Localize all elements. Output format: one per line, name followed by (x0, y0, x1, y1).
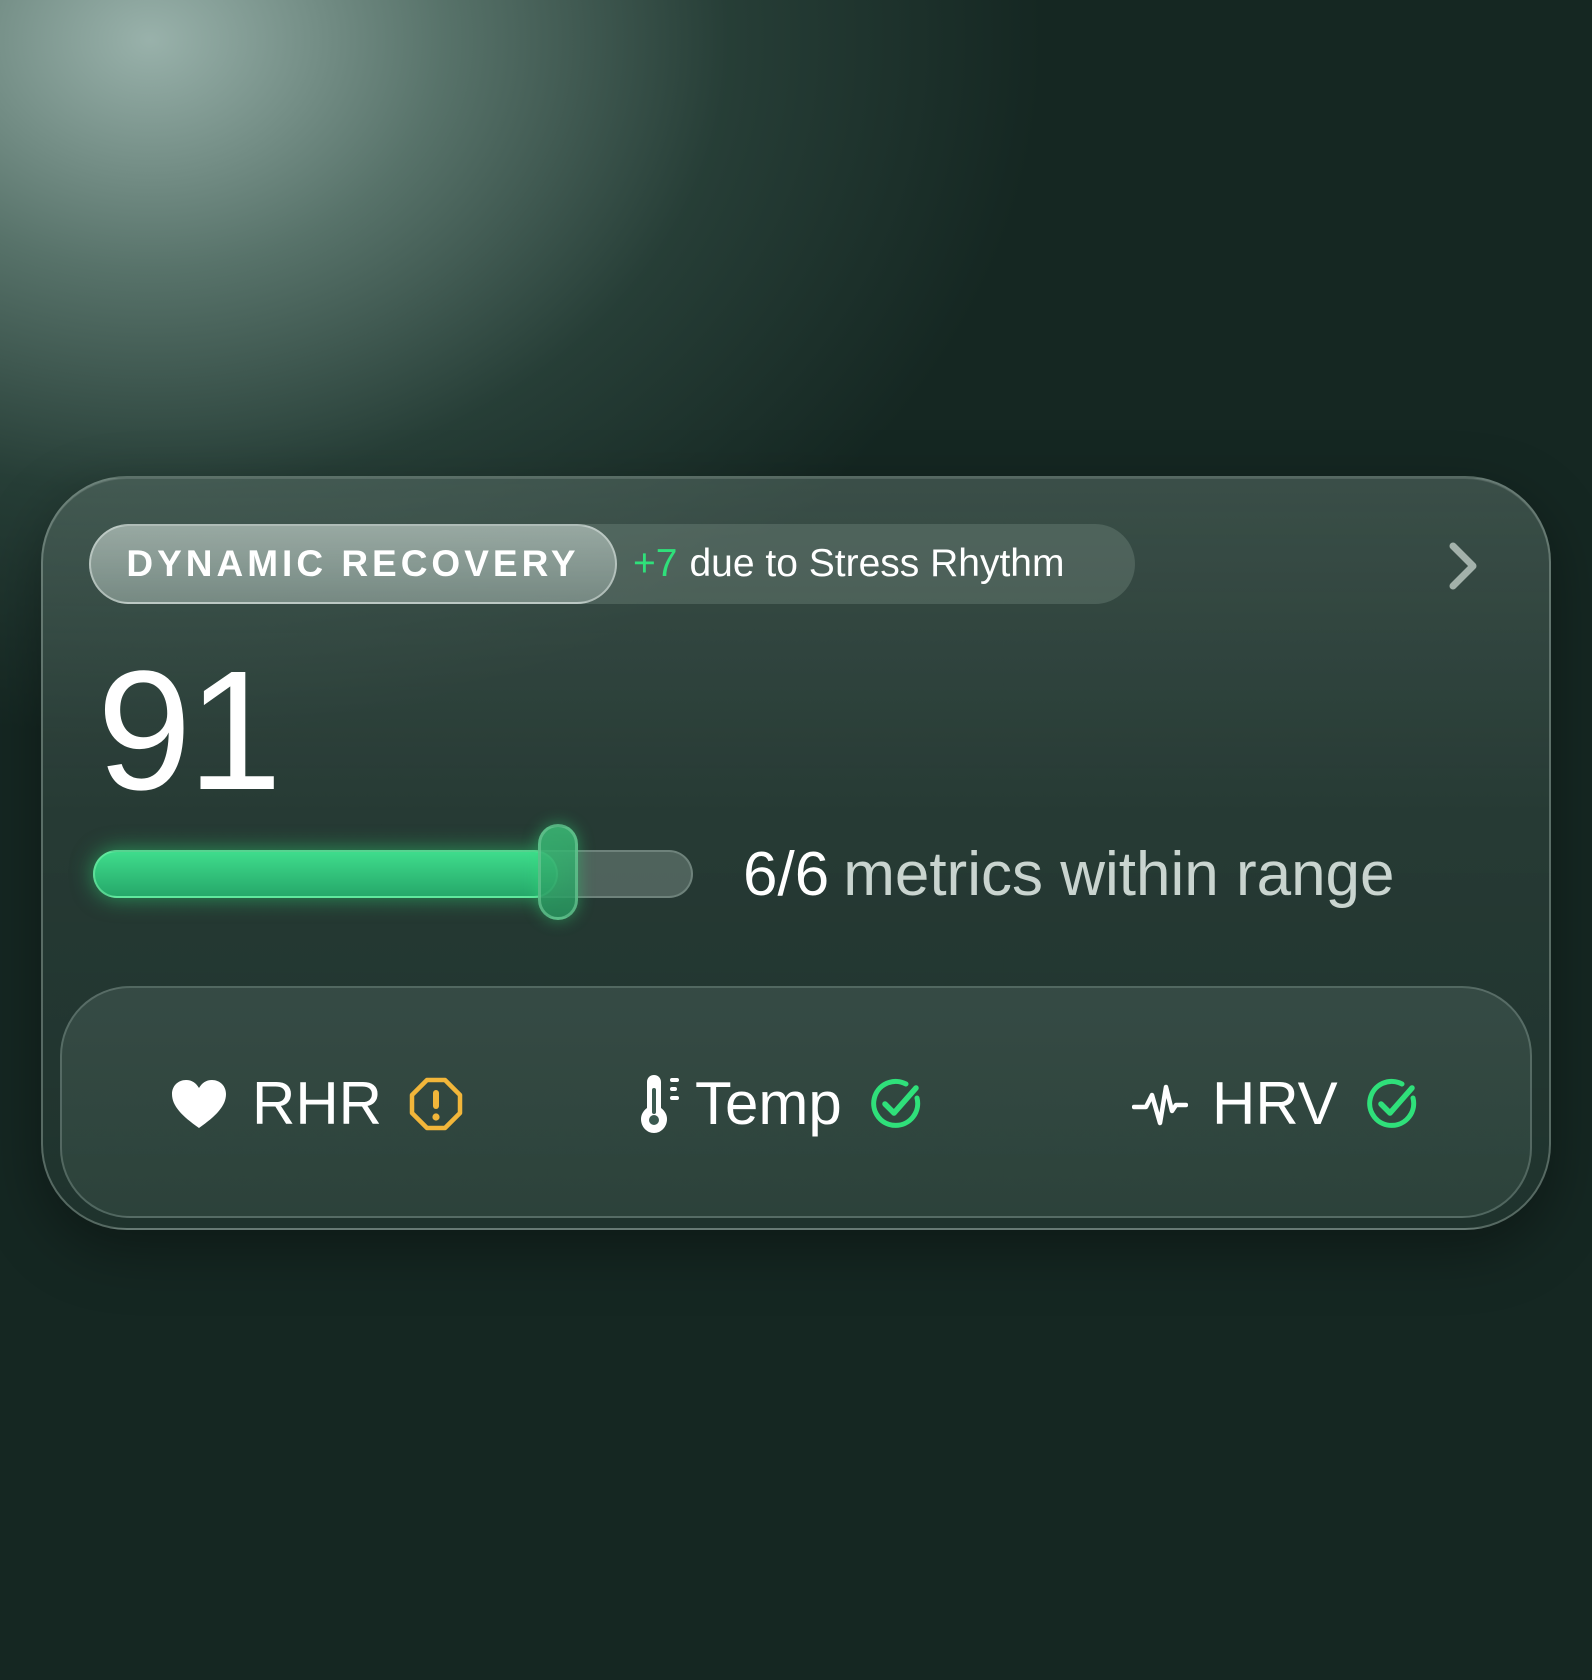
check-circle-icon (1364, 1076, 1420, 1132)
warning-octagon-icon (408, 1076, 464, 1132)
chevron-right-icon[interactable] (1443, 540, 1483, 592)
metric-hrv[interactable]: HRV (1132, 1068, 1420, 1140)
metric-rhr[interactable]: RHR (170, 1068, 464, 1140)
recovery-header-pill: DYNAMIC RECOVERY +7 due to Stress Rhythm (89, 524, 1135, 604)
dynamic-recovery-label: DYNAMIC RECOVERY (89, 524, 617, 604)
metrics-summary: 6/6 metrics within range (743, 838, 1395, 912)
thermometer-icon (637, 1074, 685, 1134)
metric-temp[interactable]: Temp (637, 1068, 924, 1140)
check-circle-icon (868, 1076, 924, 1132)
heart-icon (170, 1078, 228, 1130)
recovery-delta-note: +7 due to Stress Rhythm (633, 524, 1064, 604)
metric-label-hrv: HRV (1212, 1070, 1338, 1137)
metrics-panel: RHR Temp HRV (60, 986, 1532, 1218)
metrics-summary-text: metrics within range (843, 840, 1395, 909)
metric-label-temp: Temp (695, 1070, 842, 1137)
slider-thumb[interactable] (538, 824, 578, 920)
recovery-delta-value: +7 (633, 542, 678, 585)
metrics-count: 6/6 (743, 840, 830, 909)
recovery-delta-reason: due to Stress Rhythm (689, 542, 1065, 585)
pulse-icon (1132, 1079, 1188, 1129)
metric-label-rhr: RHR (252, 1070, 382, 1137)
dynamic-recovery-card[interactable]: DYNAMIC RECOVERY +7 due to Stress Rhythm … (41, 476, 1551, 1230)
recovery-slider[interactable] (93, 824, 693, 920)
recovery-score: 91 (97, 636, 282, 826)
slider-fill (93, 850, 558, 898)
